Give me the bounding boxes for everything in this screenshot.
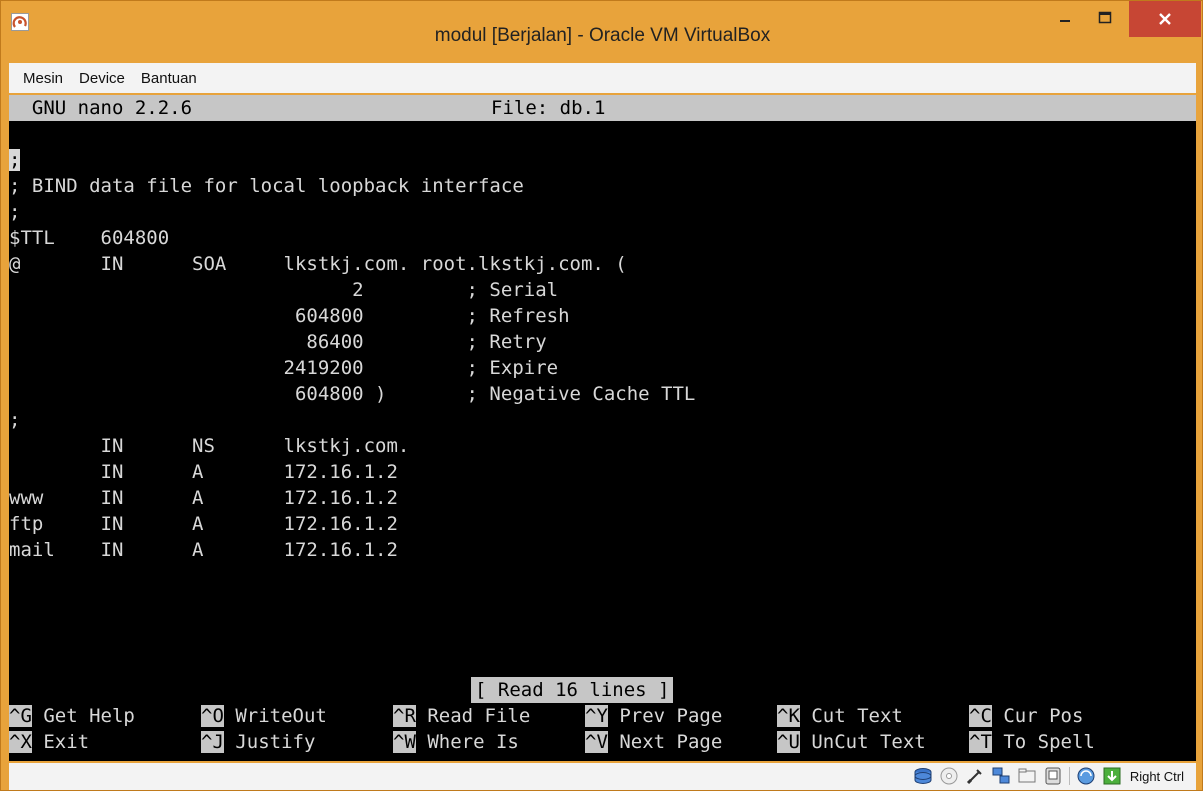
shortcut-to-spell[interactable]: ^T To Spell — [969, 729, 1095, 755]
shortcut-label: Where Is — [415, 731, 519, 753]
nano-version: GNU nano 2.2.6 — [9, 97, 193, 119]
menu-bantuan[interactable]: Bantuan — [141, 70, 197, 87]
close-icon — [1159, 13, 1171, 25]
shared-folders-icon[interactable] — [1017, 766, 1037, 786]
host-key-label: Right Ctrl — [1129, 768, 1184, 784]
shortcut-label: Exit — [31, 731, 90, 753]
shortcut-key: ^W — [393, 731, 416, 753]
network-icon[interactable] — [991, 766, 1011, 786]
file-line: $TTL 604800 — [9, 227, 170, 249]
file-line: ; — [9, 409, 21, 431]
shortcut-key: ^X — [9, 731, 32, 753]
shortcut-label: To Spell — [991, 731, 1095, 753]
shortcut-exit[interactable]: ^X Exit — [9, 729, 89, 755]
vm-status-bar: Right Ctrl — [9, 763, 1196, 790]
file-line: @ IN SOA lkstkj.com. root.lkstkj.com. ( — [9, 253, 627, 275]
close-button[interactable] — [1129, 1, 1201, 37]
minimize-button[interactable] — [1045, 1, 1085, 34]
shortcut-key: ^G — [9, 705, 32, 727]
maximize-icon — [1098, 11, 1112, 23]
shortcut-label: WriteOut — [223, 705, 327, 727]
file-line: 86400 ; Retry — [9, 331, 547, 353]
shortcut-cut-text[interactable]: ^K Cut Text — [777, 703, 903, 729]
shortcut-prev-page[interactable]: ^Y Prev Page — [585, 703, 722, 729]
maximize-button[interactable] — [1085, 1, 1125, 34]
shortcut-writeout[interactable]: ^O WriteOut — [201, 703, 327, 729]
nano-header: GNU nano 2.2.6 File: db.1 — [9, 95, 1196, 121]
display-icon[interactable] — [1043, 766, 1063, 786]
file-line: 604800 ) ; Negative Cache TTL — [9, 383, 696, 405]
file-line: mail IN A 172.16.1.2 — [9, 539, 398, 561]
shortcut-label: Get Help — [31, 705, 135, 727]
mouse-integration-icon[interactable] — [1102, 766, 1122, 786]
shortcut-where-is[interactable]: ^W Where Is — [393, 729, 519, 755]
text-cursor: ; — [9, 149, 21, 171]
shortcut-key: ^C — [969, 705, 992, 727]
file-line: ; — [9, 201, 21, 223]
optical-drive-icon[interactable] — [939, 766, 959, 786]
shortcut-get-help[interactable]: ^G Get Help — [9, 703, 135, 729]
file-line: IN NS lkstkj.com. — [9, 435, 410, 457]
shortcut-next-page[interactable]: ^V Next Page — [585, 729, 722, 755]
file-line: 2 ; Serial — [9, 279, 559, 301]
shortcut-label: Read File — [415, 705, 531, 727]
shortcut-label: Justify — [223, 731, 316, 753]
menu-device[interactable]: Device — [79, 70, 125, 87]
shortcut-key: ^O — [201, 705, 224, 727]
file-line: 604800 ; Refresh — [9, 305, 570, 327]
shortcut-key: ^U — [777, 731, 800, 753]
shortcut-label: Cur Pos — [991, 705, 1084, 727]
menu-bar: Mesin Device Bantuan — [9, 63, 1196, 93]
shortcut-key: ^R — [393, 705, 416, 727]
shortcut-label: Cut Text — [799, 705, 903, 727]
shortcut-label: Next Page — [607, 731, 723, 753]
shortcut-key: ^V — [585, 731, 608, 753]
menu-mesin[interactable]: Mesin — [23, 70, 63, 87]
file-line: ; BIND data file for local loopback inte… — [9, 175, 524, 197]
title-bar[interactable]: modul [Berjalan] - Oracle VM VirtualBox — [1, 1, 1203, 63]
nano-filename: File: db.1 — [491, 97, 606, 119]
file-line: ftp IN A 172.16.1.2 — [9, 513, 398, 535]
shortcut-key: ^T — [969, 731, 992, 753]
minimize-icon — [1060, 19, 1070, 22]
shortcut-key: ^Y — [585, 705, 608, 727]
usb-icon[interactable] — [965, 766, 985, 786]
file-line: 2419200 ; Expire — [9, 357, 559, 379]
status-icons: Right Ctrl — [913, 766, 1184, 786]
status-divider — [1068, 767, 1070, 785]
file-line: IN A 172.16.1.2 — [9, 461, 398, 483]
file-line: www IN A 172.16.1.2 — [9, 487, 398, 509]
shortcut-key: ^K — [777, 705, 800, 727]
nano-status-message: [ Read 16 lines ] — [471, 677, 674, 703]
shortcut-label: Prev Page — [607, 705, 723, 727]
virtualbox-window: modul [Berjalan] - Oracle VM VirtualBox … — [0, 0, 1203, 791]
hard-disk-icon[interactable] — [913, 766, 933, 786]
shortcut-cur-pos[interactable]: ^C Cur Pos — [969, 703, 1083, 729]
video-capture-icon[interactable] — [1076, 766, 1096, 786]
shortcut-read-file[interactable]: ^R Read File — [393, 703, 530, 729]
shortcut-justify[interactable]: ^J Justify — [201, 729, 315, 755]
shortcut-label: UnCut Text — [799, 731, 926, 753]
vm-screen[interactable]: GNU nano 2.2.6 File: db.1 ; ; BIND data f… — [9, 95, 1196, 761]
window-title: modul [Berjalan] - Oracle VM VirtualBox — [434, 25, 771, 46]
shortcut-uncut-text[interactable]: ^U UnCut Text — [777, 729, 926, 755]
shortcut-key: ^J — [201, 731, 224, 753]
file-line: ; — [9, 147, 21, 173]
